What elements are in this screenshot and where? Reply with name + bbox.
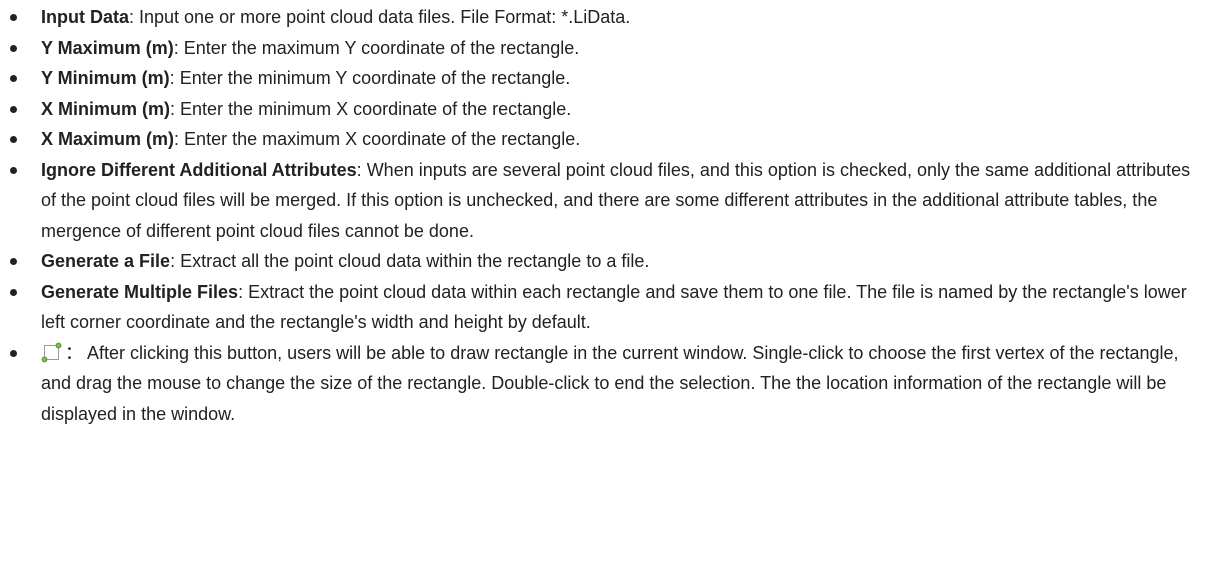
bullet-icon	[10, 349, 17, 357]
list-item-draw-rectangle: ： After clicking this button, users will…	[0, 338, 1207, 430]
term-input-data: Input Data	[41, 7, 129, 27]
desc-y-maximum: Enter the maximum Y coordinate of the re…	[183, 37, 580, 58]
list-item-y-minimum: Y Minimum (m): Enter the minimum Y coord…	[0, 63, 1207, 94]
term-generate-multiple-files: Generate Multiple Files	[41, 281, 239, 302]
separator: :	[238, 281, 249, 302]
desc-draw-rectangle: After clicking this button, users will b…	[41, 342, 1179, 424]
term-x-minimum: X Minimum (m)	[41, 98, 170, 119]
bullet-icon	[10, 44, 17, 52]
term-x-maximum: X Maximum (m)	[41, 129, 175, 149]
separator: :	[174, 129, 185, 149]
desc-input-data: Input one or more point cloud data files…	[139, 7, 631, 27]
bullet-icon	[10, 136, 17, 143]
term-ignore-attributes: Ignore Different Additional Attributes	[41, 159, 357, 180]
term-generate-a-file: Generate a File	[41, 251, 171, 271]
list-item-y-maximum: Y Maximum (m): Enter the maximum Y coord…	[0, 33, 1207, 64]
separator: :	[173, 37, 184, 58]
separator: :	[169, 68, 180, 88]
separator: :	[170, 251, 181, 271]
separator: ：	[65, 342, 88, 363]
list-item-ignore-attributes: Ignore Different Additional Attributes: …	[0, 155, 1207, 247]
document-body: Input Data: Input one or more point clou…	[0, 0, 1207, 565]
separator: :	[356, 159, 367, 180]
list-item-x-minimum: X Minimum (m): Enter the minimum X coord…	[0, 94, 1207, 125]
list-item-input-data: Input Data: Input one or more point clou…	[0, 2, 1207, 33]
term-y-maximum: Y Maximum (m)	[41, 37, 174, 58]
draw-rectangle-icon	[41, 342, 63, 364]
bullet-icon	[10, 75, 17, 82]
desc-x-maximum: Enter the maximum X coordinate of the re…	[184, 129, 581, 149]
parameter-list: Input Data: Input one or more point clou…	[0, 2, 1207, 429]
list-item-generate-multiple-files: Generate Multiple Files: Extract the poi…	[0, 277, 1207, 338]
bullet-icon	[10, 258, 17, 265]
bullet-icon	[10, 14, 17, 21]
desc-y-minimum: Enter the minimum Y coordinate of the re…	[179, 68, 571, 88]
list-item-generate-a-file: Generate a File: Extract all the point c…	[0, 246, 1207, 277]
bullet-icon	[10, 166, 17, 174]
bullet-icon	[10, 288, 17, 296]
desc-generate-a-file: Extract all the point cloud data within …	[180, 251, 650, 271]
bullet-icon	[10, 105, 17, 113]
desc-x-minimum: Enter the minimum X coordinate of the re…	[180, 98, 572, 119]
separator: :	[129, 7, 140, 27]
term-y-minimum: Y Minimum (m)	[41, 68, 170, 88]
separator: :	[170, 98, 181, 119]
list-item-x-maximum: X Maximum (m): Enter the maximum X coord…	[0, 124, 1207, 155]
